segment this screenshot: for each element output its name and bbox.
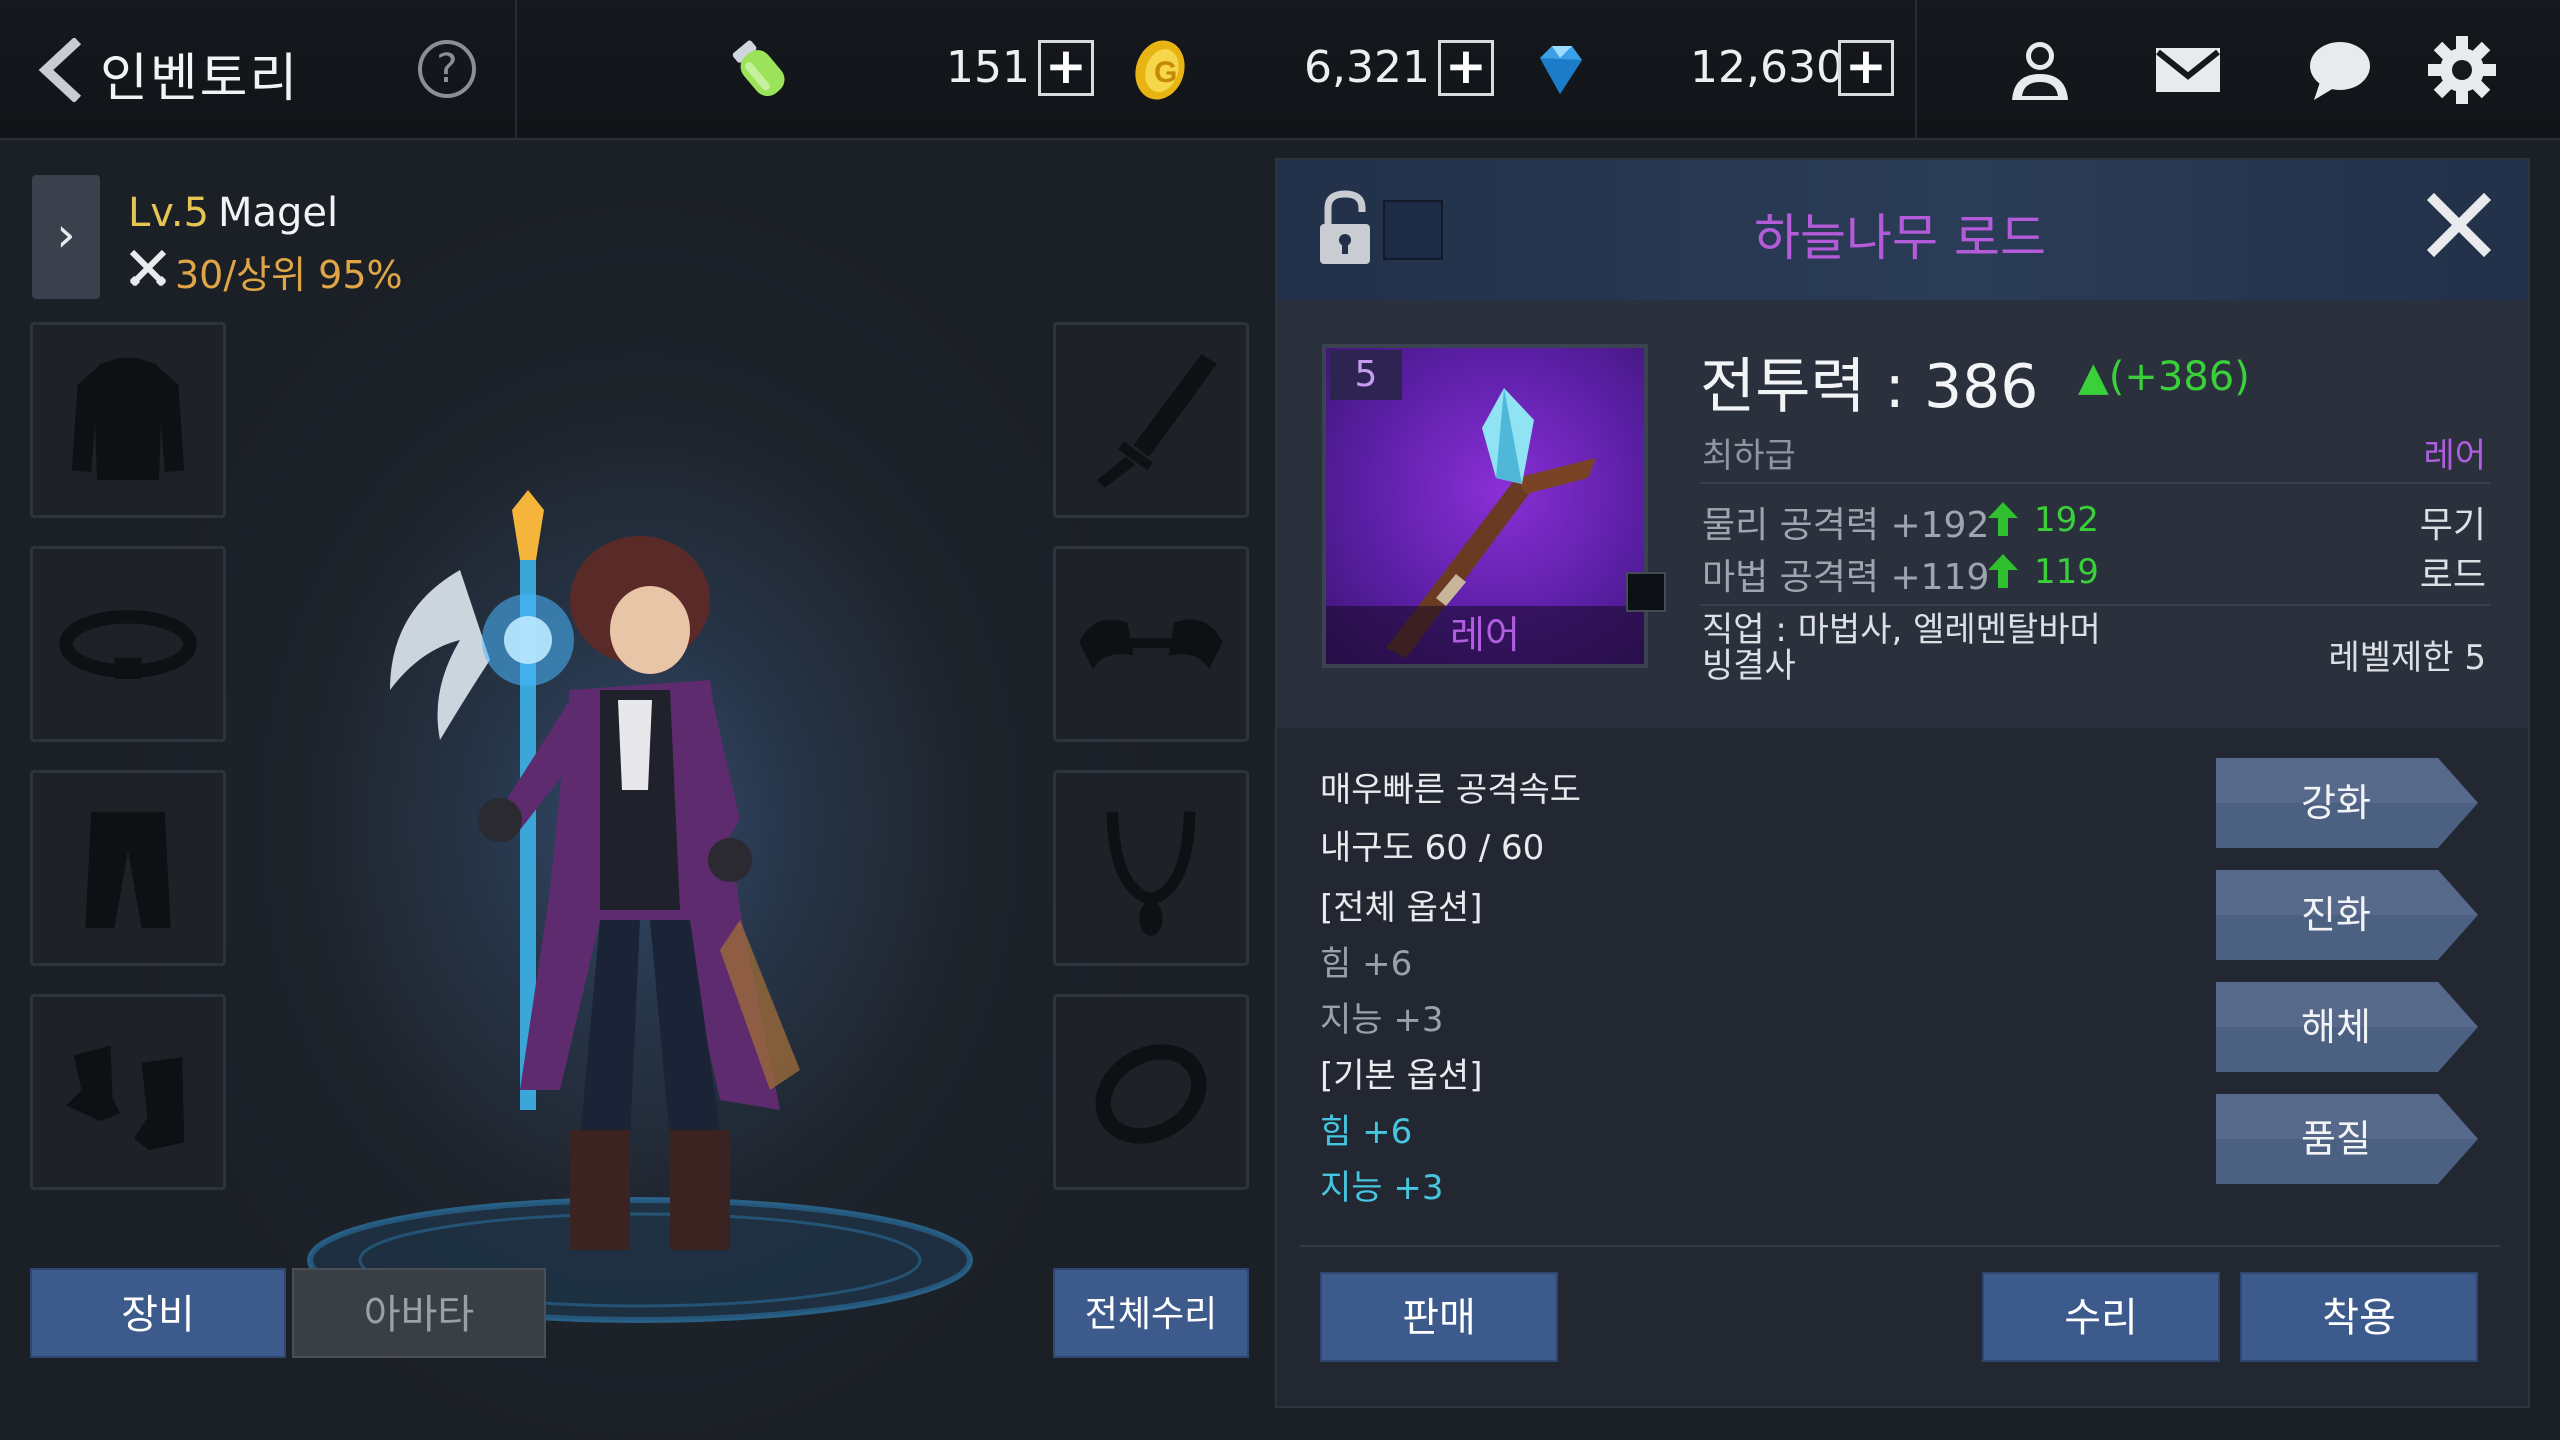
ring-icon xyxy=(1095,1044,1207,1144)
necklace-icon xyxy=(1106,811,1196,936)
armor-slot[interactable] xyxy=(30,322,226,518)
gold-value: 6,321 xyxy=(1304,42,1430,93)
combat-power-delta: ▲(+386) xyxy=(2078,354,2250,400)
item-job-requirement: 직업 : 마법사, 엘레멘탈바머 빙결사 xyxy=(1702,610,2101,686)
pants-slot[interactable] xyxy=(30,770,226,966)
enhance-label: 강화 xyxy=(2301,781,2371,825)
item-corner-marker xyxy=(1626,572,1666,612)
quality-label: 품질 xyxy=(2301,1117,2371,1161)
dismantle-button[interactable]: 해체 xyxy=(2216,982,2478,1072)
pants-icon xyxy=(85,811,171,929)
svg-text:G: G xyxy=(1154,56,1177,89)
enhance-button[interactable]: 강화 xyxy=(2216,758,2478,848)
tab-avatar[interactable]: 아바타 xyxy=(292,1268,546,1358)
tab-equipment[interactable]: 장비 xyxy=(30,1268,286,1358)
divider xyxy=(1300,1245,2500,1247)
dismantle-label: 해체 xyxy=(2301,1005,2371,1049)
expand-character-button[interactable]: › xyxy=(32,175,100,299)
sell-button[interactable]: 판매 xyxy=(1320,1272,1558,1362)
divider xyxy=(515,0,517,140)
weapon-slot[interactable] xyxy=(1053,322,1249,518)
option-line: 매우빠른 공격속도 xyxy=(1320,770,1582,810)
unlock-icon[interactable] xyxy=(1318,190,1372,266)
item-rarity-label: 레어 xyxy=(1326,606,1644,664)
repair-button[interactable]: 수리 xyxy=(1982,1272,2220,1362)
character-name: Magel xyxy=(218,190,339,236)
physical-attack-delta: 192 xyxy=(2034,500,2099,540)
option-line: 내구도 60 / 60 xyxy=(1320,828,1545,868)
item-color-swatch[interactable] xyxy=(1383,200,1443,260)
magic-attack-delta: 119 xyxy=(2034,552,2099,592)
magic-attack-stat: 마법 공격력 +119 xyxy=(1702,557,1990,598)
repair-all-button[interactable]: 전체수리 xyxy=(1053,1268,1249,1358)
shoulder-slot[interactable] xyxy=(1053,546,1249,742)
boots-icon xyxy=(65,1045,185,1151)
close-icon[interactable] xyxy=(2424,190,2494,260)
character-model xyxy=(300,490,1000,1340)
add-gold-button[interactable]: + xyxy=(1438,40,1494,96)
mail-icon[interactable] xyxy=(2148,30,2228,110)
belt-icon xyxy=(59,610,197,679)
help-button[interactable]: ? xyxy=(418,40,476,98)
item-subtype: 로드 xyxy=(2419,555,2486,596)
boots-slot[interactable] xyxy=(30,994,226,1190)
add-gem-button[interactable]: + xyxy=(1838,40,1894,96)
divider xyxy=(1915,0,1917,140)
option-line: 힘 +6 xyxy=(1320,944,1413,984)
diamond-icon xyxy=(1520,30,1600,110)
shoulder-armor-icon xyxy=(1079,619,1223,670)
settings-icon[interactable] xyxy=(2422,30,2502,110)
character-level: Lv.5 xyxy=(128,190,210,236)
back-icon[interactable] xyxy=(30,36,90,104)
up-arrow-icon xyxy=(1988,502,2018,536)
armor-icon xyxy=(71,357,185,481)
option-line: [기본 옵션] xyxy=(1320,1056,1483,1096)
gem-value: 12,630 xyxy=(1690,42,1844,93)
item-level-limit: 레벨제한 5 xyxy=(2328,638,2486,678)
character-power: 30/상위 95% xyxy=(175,253,403,297)
ring-slot[interactable] xyxy=(1053,994,1249,1190)
sword-icon xyxy=(1096,354,1217,488)
gold-coin-icon: G xyxy=(1120,30,1200,110)
friends-icon[interactable] xyxy=(2000,30,2080,110)
option-line: 지능 +3 xyxy=(1320,1000,1444,1040)
divider xyxy=(1700,482,2490,484)
up-arrow-icon xyxy=(1988,554,2018,588)
item-level-badge: 5 xyxy=(1330,350,1402,400)
stamina-potion-icon xyxy=(720,30,800,110)
option-line: [전체 옵션] xyxy=(1320,888,1483,928)
item-rarity: 레어 xyxy=(2423,436,2486,476)
belt-slot[interactable] xyxy=(30,546,226,742)
add-stamina-button[interactable]: + xyxy=(1038,40,1094,96)
combat-power: 전투력 : 386 xyxy=(1700,352,2039,422)
crossed-swords-icon xyxy=(128,248,168,288)
option-line: 지능 +3 xyxy=(1320,1168,1444,1208)
quality-button[interactable]: 품질 xyxy=(2216,1094,2478,1184)
item-grade: 최하급 xyxy=(1702,436,1796,476)
evolve-button[interactable]: 진화 xyxy=(2216,870,2478,960)
chat-icon[interactable] xyxy=(2300,30,2380,110)
stamina-value: 151 xyxy=(946,42,1030,93)
evolve-label: 진화 xyxy=(2301,893,2371,937)
divider xyxy=(1700,604,2490,606)
equip-button[interactable]: 착용 xyxy=(2240,1272,2478,1362)
item-name: 하늘나무 로드 xyxy=(1754,209,2046,267)
option-line: 힘 +6 xyxy=(1320,1112,1413,1152)
page-title: 인벤토리 xyxy=(100,49,300,109)
physical-attack-stat: 물리 공격력 +192 xyxy=(1702,505,1990,546)
necklace-slot[interactable] xyxy=(1053,770,1249,966)
item-type: 무기 xyxy=(2419,505,2486,546)
